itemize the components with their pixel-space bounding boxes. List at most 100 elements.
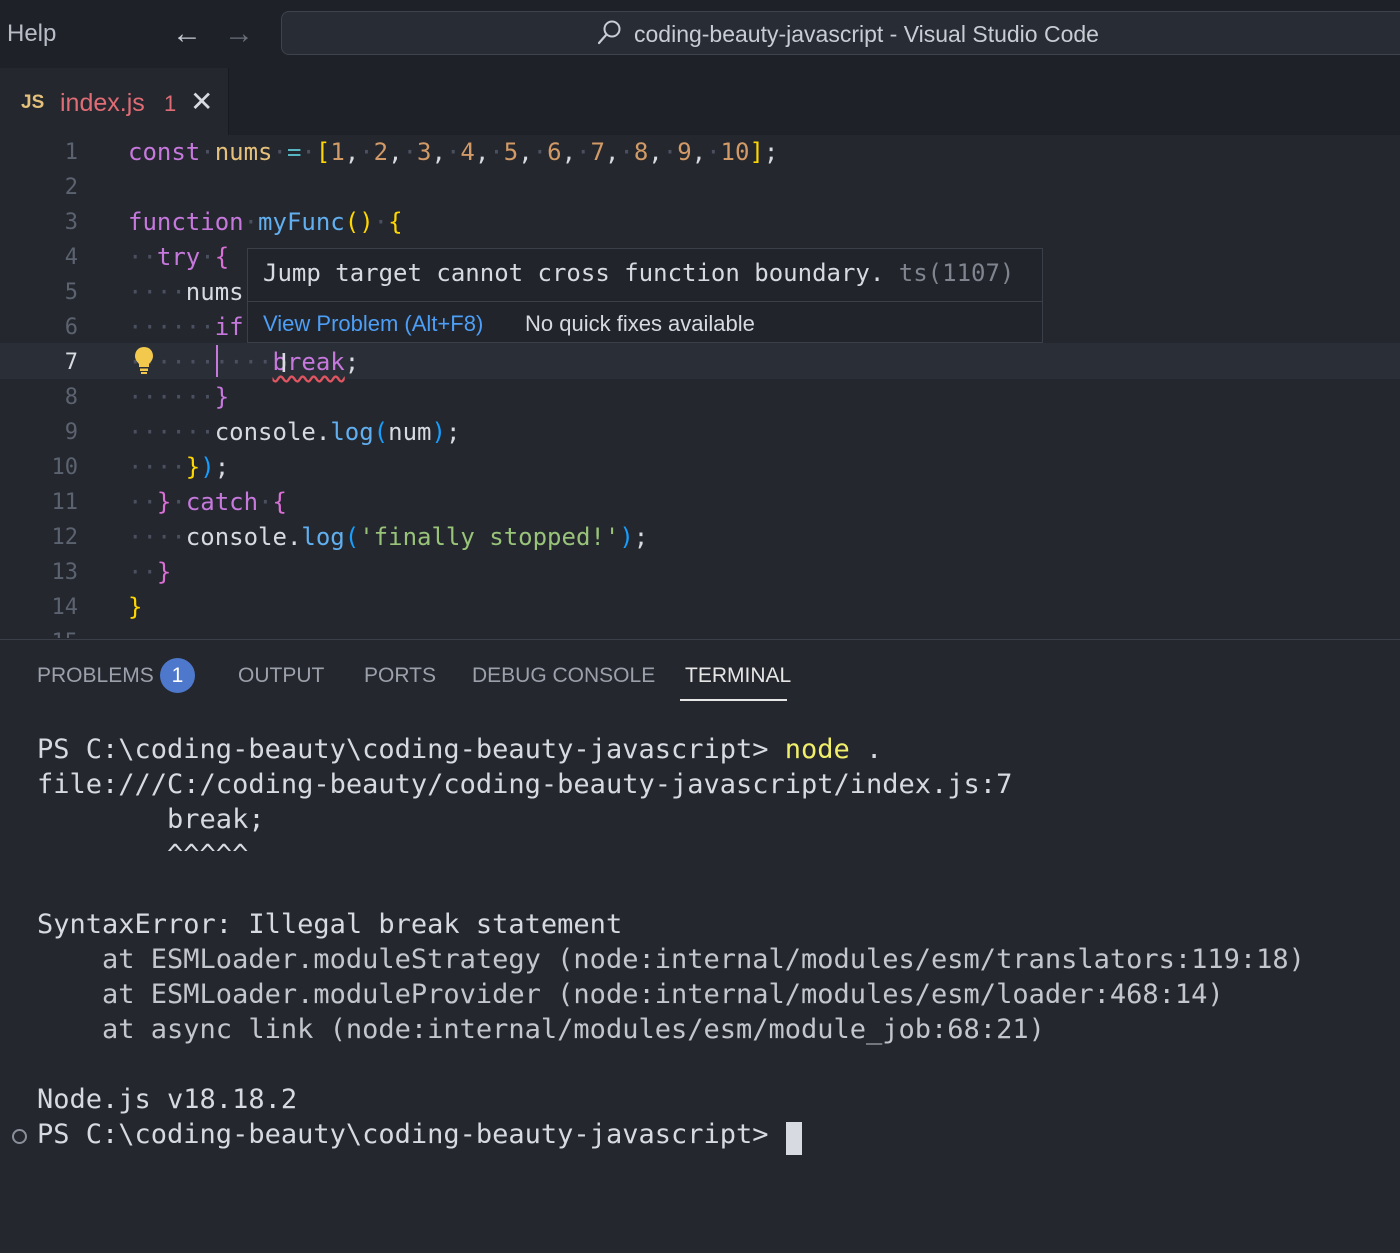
brace: } [128, 593, 143, 621]
number-literal: 7 [590, 138, 605, 166]
line-number: 3 [64, 210, 78, 235]
close-icon[interactable]: ✕ [190, 85, 213, 118]
line-number: 7 [64, 350, 78, 375]
identifier: nums [185, 278, 244, 306]
terminal-command-arg: . [849, 734, 883, 765]
terminal-line: at ESMLoader.moduleProvider (node:intern… [37, 979, 1224, 1010]
keyword: if [214, 313, 244, 341]
line-number: 5 [64, 280, 78, 305]
identifier: console [185, 523, 287, 551]
code-line: 13 ··} [0, 555, 1400, 590]
number-literal: 3 [417, 138, 432, 166]
string-literal: 'finally stopped!' [359, 523, 620, 551]
panel-tab-debug-console[interactable]: DEBUG CONSOLE [472, 664, 655, 688]
brace: } [185, 453, 201, 481]
terminal-line: PS C:\coding-beauty\coding-beauty-javasc… [37, 1117, 785, 1152]
javascript-file-icon: JS [21, 92, 45, 113]
title-bar: Help ← → coding-beauty-javascript - Visu… [0, 0, 1400, 68]
command-center-search[interactable]: coding-beauty-javascript - Visual Studio… [281, 11, 1400, 55]
line-number: 13 [51, 560, 79, 585]
terminal-line: break; [37, 804, 265, 835]
terminal-prompt: PS C:\coding-beauty\coding-beauty-javasc… [37, 1119, 785, 1150]
dot: . [286, 523, 302, 551]
bottom-panel: PROBLEMS 1 OUTPUT PORTS DEBUG CONSOLE TE… [0, 639, 1400, 1253]
function-name: myFunc [258, 208, 345, 236]
line-number: 8 [64, 385, 78, 410]
semicolon: ; [445, 418, 461, 446]
menu-help[interactable]: Help [7, 20, 56, 48]
paren: ( [344, 523, 360, 551]
terminal-line: at async link (node:internal/modules/esm… [37, 1014, 1045, 1045]
line-number: 6 [64, 315, 78, 340]
number-literal: 5 [503, 138, 519, 166]
number-literal: 4 [460, 138, 475, 166]
number-literal: 8 [633, 138, 649, 166]
brace: { [272, 488, 287, 516]
tab-index-js[interactable]: JS index.js 1 ✕ [0, 68, 229, 135]
line-number: 10 [51, 455, 79, 480]
terminal-cursor [786, 1122, 802, 1155]
paren: ( [373, 418, 389, 446]
command-decoration-icon[interactable] [12, 1129, 27, 1144]
number-literal: 10 [720, 138, 750, 166]
function-name: log [330, 418, 374, 446]
code-line: 14 } [0, 590, 1400, 625]
active-indent-guide [216, 345, 218, 377]
line-number: 11 [51, 490, 79, 515]
terminal-line: at ESMLoader.moduleStrategy (node:intern… [37, 944, 1305, 975]
code-line: 2 [0, 170, 1400, 205]
code-line: 3 function·myFunc()·{ [0, 205, 1400, 240]
keyword: try [156, 243, 201, 271]
code-editor[interactable]: 1 const·nums·=·[1,·2,·3,·4,·5,·6,·7,·8,·… [0, 135, 1400, 638]
no-quick-fixes-label: No quick fixes available [525, 311, 755, 336]
panel-tab-terminal[interactable]: TERMINAL [685, 664, 791, 688]
active-tab-indicator [680, 699, 787, 701]
search-icon [597, 20, 621, 45]
line-number: 12 [51, 525, 79, 550]
terminal-line: Node.js v18.18.2 [37, 1084, 298, 1115]
line-number: 2 [64, 175, 78, 200]
terminal-line: SyntaxError: Illegal break statement [37, 909, 623, 940]
identifier: console [214, 418, 316, 446]
panel-tab-problems[interactable]: PROBLEMS [37, 664, 154, 688]
terminal-output[interactable]: PS C:\coding-beauty\coding-beauty-javasc… [0, 732, 1400, 1242]
terminal-command: node [784, 734, 850, 765]
panel-tab-output[interactable]: OUTPUT [238, 664, 324, 688]
code-line: 11 ··}·catch·{ [0, 485, 1400, 520]
lightbulb-icon[interactable] [133, 345, 155, 375]
line-number: 14 [51, 595, 79, 620]
code-line: 9 ······console.log(num); [0, 415, 1400, 450]
brace: } [156, 488, 172, 516]
number-literal: 6 [547, 138, 562, 166]
line-number: 1 [64, 140, 78, 165]
paren: ) [200, 453, 215, 481]
code-line: 10 ····}); [0, 450, 1400, 485]
number-literal: 2 [373, 138, 389, 166]
hover-message: Jump target cannot cross function bounda… [263, 259, 885, 287]
function-name: log [301, 523, 345, 551]
operator: = [286, 138, 302, 166]
view-problem-link[interactable]: View Problem (Alt+F8) [263, 311, 483, 337]
hover-divider [248, 301, 1042, 302]
forward-arrow-icon[interactable]: → [224, 16, 254, 52]
line-number: 4 [64, 245, 78, 270]
paren: ) [619, 523, 634, 551]
parens: () [344, 208, 374, 236]
editor-tab-bar: JS index.js 1 ✕ [0, 68, 1400, 135]
back-arrow-icon[interactable]: ← [172, 16, 202, 52]
identifier: num [388, 418, 432, 446]
hover-diagnostic-popup: Jump target cannot cross function bounda… [247, 248, 1043, 343]
number-literal: 1 [330, 138, 345, 166]
keyword: const [128, 138, 201, 166]
brace: } [214, 383, 230, 411]
terminal-line: file:///C:/coding-beauty/coding-beauty-j… [37, 769, 1013, 800]
text-cursor-icon: I [280, 349, 288, 379]
keyword: catch [185, 488, 259, 516]
dot: . [315, 418, 331, 446]
hover-error-code: ts(1107) [898, 259, 1015, 287]
identifier: nums [214, 138, 273, 166]
panel-tab-ports[interactable]: PORTS [364, 664, 436, 688]
semicolon: ; [214, 453, 230, 481]
window-title: coding-beauty-javascript - Visual Studio… [634, 21, 1099, 47]
keyword: function [128, 208, 244, 236]
